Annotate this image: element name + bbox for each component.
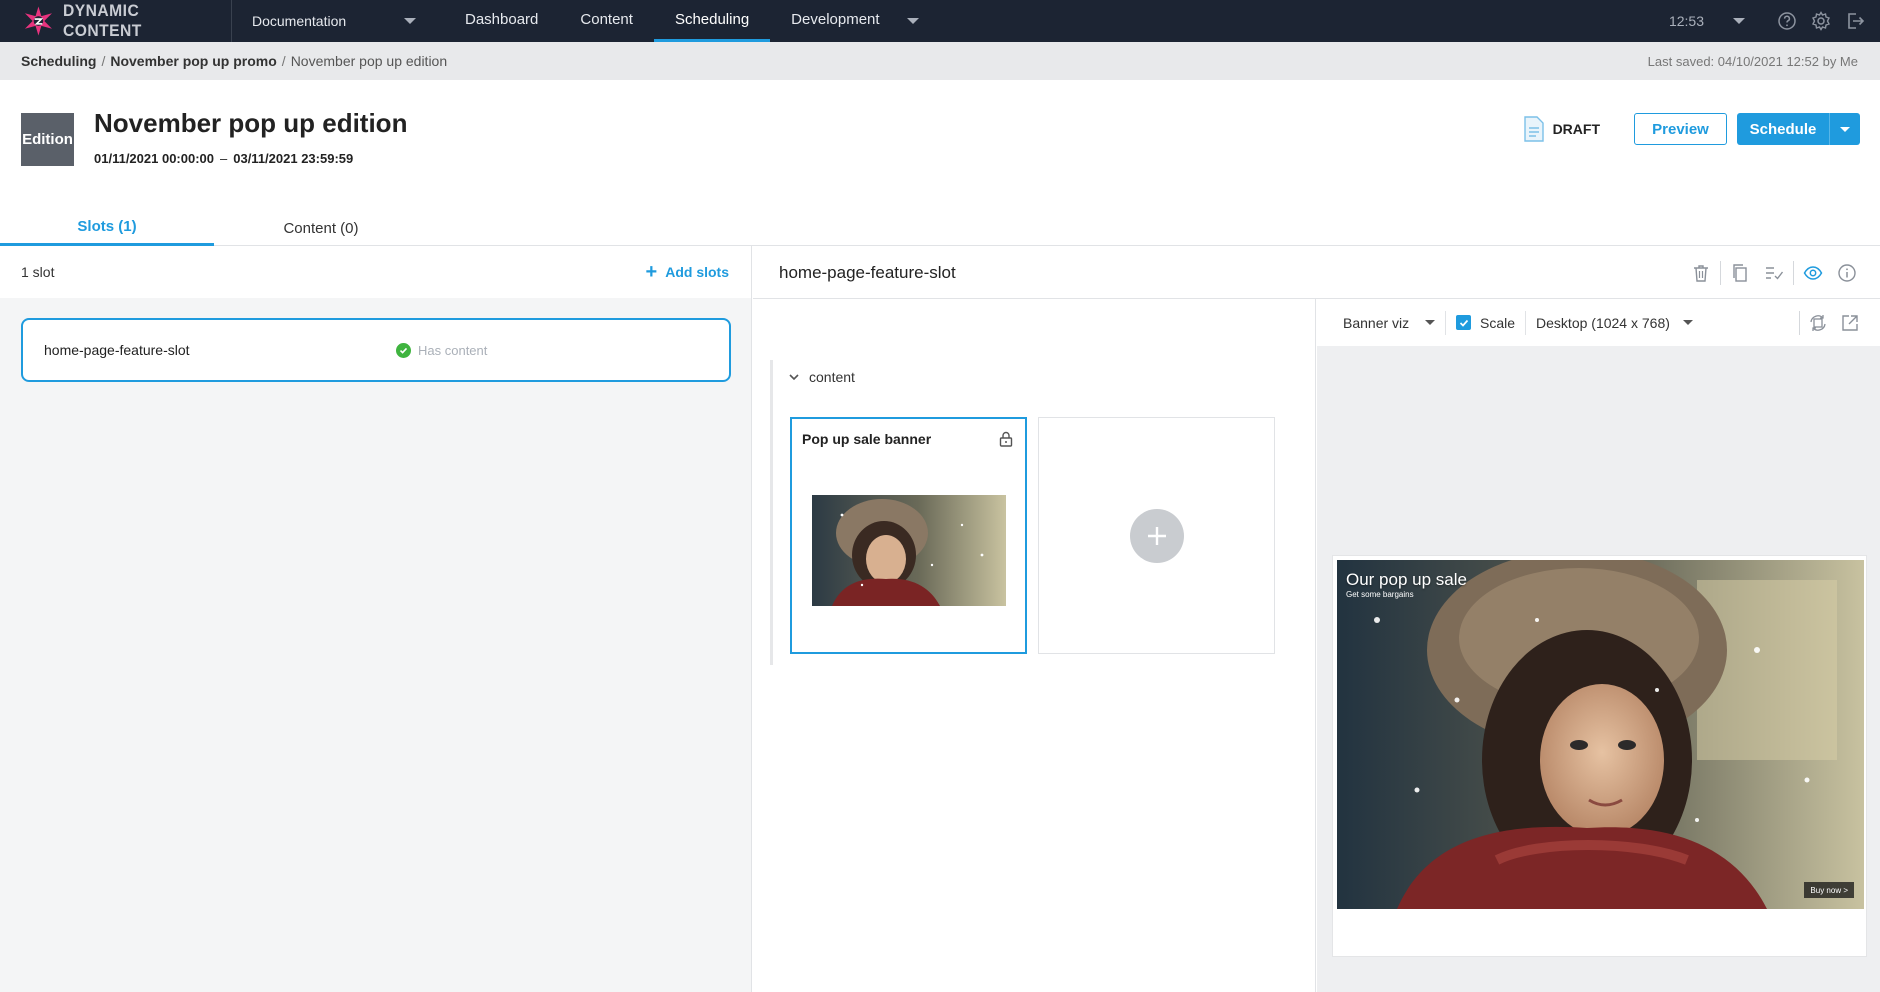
banner-headline: Our pop up sale <box>1346 570 1467 589</box>
lock-icon[interactable] <box>999 431 1013 447</box>
schedule-split-button: Schedule <box>1737 113 1860 145</box>
tab-slots[interactable]: Slots (1) <box>0 210 214 246</box>
visualization-label: Banner viz <box>1343 314 1410 331</box>
preview-eye-icon[interactable] <box>1796 256 1830 290</box>
content-section-label: content <box>809 369 855 385</box>
info-icon[interactable] <box>1830 256 1864 290</box>
chevron-down-icon <box>1425 320 1435 325</box>
brand-logo[interactable]: DYNAMIC CONTENT <box>0 0 232 42</box>
content-item-title: Pop up sale banner <box>802 431 932 447</box>
edition-end-date: 03/11/2021 23:59:59 <box>233 151 354 166</box>
preview-canvas: Our pop up sale Get some bargains Buy no… <box>1332 555 1867 957</box>
section-rail <box>770 360 773 665</box>
slot-status-label: Has content <box>418 342 488 358</box>
slot-editor-title: home-page-feature-slot <box>779 262 956 282</box>
banner-cta-button[interactable]: Buy now > <box>1804 882 1854 898</box>
tab-content[interactable]: Content (0) <box>214 210 428 246</box>
nav-tab-development[interactable]: Development <box>770 0 900 42</box>
preview-button[interactable]: Preview <box>1634 113 1727 145</box>
clock: 12:53 <box>1668 13 1704 29</box>
chevron-down-icon <box>404 18 416 24</box>
nav-right-controls: 12:53 <box>1669 0 1880 42</box>
breadcrumb: Scheduling / November pop up promo / Nov… <box>0 42 1880 80</box>
edition-start-date: 01/11/2021 00:00:00 <box>94 151 214 166</box>
chevron-down-icon <box>1733 18 1745 24</box>
logo-star-icon <box>24 6 53 36</box>
chevron-down-icon <box>1840 126 1850 132</box>
plus-icon <box>1130 509 1184 563</box>
nav-tab-scheduling[interactable]: Scheduling <box>653 0 771 42</box>
schedule-button[interactable]: Schedule <box>1737 113 1829 145</box>
nav-tab-content[interactable]: Content <box>559 0 654 42</box>
chevron-down-icon <box>1682 320 1693 325</box>
add-slots-button[interactable]: + Add slots <box>645 261 729 283</box>
breadcrumb-separator: / <box>101 53 106 69</box>
plus-icon: + <box>645 261 658 283</box>
page-title: November pop up edition <box>94 108 408 138</box>
banner-image <box>1337 560 1864 909</box>
main-nav-tabs: Dashboard Content Scheduling Development <box>444 0 925 42</box>
status-badge: DRAFT <box>1523 116 1600 142</box>
slot-editor-toolbar <box>1684 247 1864 299</box>
scale-label: Scale <box>1480 314 1516 331</box>
toolbar-divider <box>1799 310 1800 335</box>
chevron-down-icon <box>906 18 919 24</box>
slot-list-item[interactable]: home-page-feature-slot Has content <box>21 318 731 382</box>
validate-list-icon[interactable] <box>1757 256 1791 290</box>
brand-name: DYNAMIC CONTENT <box>62 1 142 40</box>
status-label: DRAFT <box>1552 121 1600 137</box>
top-navigation-bar: DYNAMIC CONTENT Documentation Dashboard … <box>0 0 1880 42</box>
slot-editor-body: content Pop up sale banner <box>753 299 1316 992</box>
nav-tab-dashboard[interactable]: Dashboard <box>444 0 559 42</box>
visualization-toolbar: Banner viz Scale Desktop (1024 x 768) <box>1317 299 1880 346</box>
edition-actions: DRAFT Preview Schedule <box>1523 113 1860 145</box>
scale-checkbox[interactable]: Scale <box>1446 310 1527 335</box>
hub-selector[interactable]: Documentation <box>232 0 432 42</box>
check-circle-icon <box>396 342 411 358</box>
document-icon <box>1523 116 1544 142</box>
banner-preview: Our pop up sale Get some bargains Buy no… <box>1337 560 1864 909</box>
help-icon[interactable] <box>1770 0 1804 42</box>
edition-date-range: 01/11/2021 00:00:00–03/11/2021 23:59:59 <box>94 151 353 166</box>
slots-panel: 1 slot + Add slots home-page-feature-slo… <box>0 246 752 992</box>
chevron-down-icon <box>789 374 799 381</box>
copy-icon[interactable] <box>1723 256 1757 290</box>
last-saved-text: Last saved: 04/10/2021 12:52 by Me <box>1647 53 1858 69</box>
content-item-card[interactable]: Pop up sale banner <box>790 417 1027 654</box>
schedule-options-dropdown[interactable] <box>1829 113 1860 145</box>
toolbar-divider <box>1793 261 1794 285</box>
nav-more-dropdown[interactable] <box>901 0 925 42</box>
slot-count: 1 slot <box>21 264 55 280</box>
logout-icon[interactable] <box>1838 0 1872 42</box>
slot-editor-header: home-page-feature-slot <box>753 247 1880 299</box>
device-select[interactable]: Desktop (1024 x 768) <box>1526 315 1693 331</box>
breadcrumb-event[interactable]: November pop up promo <box>110 53 276 69</box>
add-content-card[interactable] <box>1038 417 1275 654</box>
breadcrumb-separator: / <box>281 53 286 69</box>
content-item-thumbnail <box>812 495 1006 606</box>
edition-badge: Edition <box>21 113 74 166</box>
refresh-icon[interactable] <box>1802 307 1834 339</box>
hub-label: Documentation <box>252 13 347 29</box>
delete-icon[interactable] <box>1684 256 1718 290</box>
content-section-toggle[interactable]: content <box>788 369 855 385</box>
visualization-actions <box>1797 299 1866 346</box>
slot-name: home-page-feature-slot <box>44 342 190 358</box>
slot-status: Has content <box>396 342 488 358</box>
edition-tabs: Slots (1) Content (0) <box>0 210 1880 246</box>
visualization-panel: Banner viz Scale Desktop (1024 x 768) Ou… <box>1317 299 1880 992</box>
visualization-select[interactable]: Banner viz <box>1343 310 1446 335</box>
banner-subline: Get some bargains <box>1346 590 1414 599</box>
date-separator: – <box>220 151 228 166</box>
add-slots-label: Add slots <box>665 264 729 280</box>
toolbar-divider <box>1720 261 1721 285</box>
clock-dropdown[interactable] <box>1722 0 1756 42</box>
breadcrumb-edition: November pop up edition <box>290 53 448 69</box>
slots-panel-header: 1 slot + Add slots <box>0 246 751 298</box>
open-external-icon[interactable] <box>1834 307 1866 339</box>
breadcrumb-scheduling[interactable]: Scheduling <box>21 53 96 69</box>
checkbox-checked-icon <box>1456 315 1471 330</box>
settings-icon[interactable] <box>1804 0 1838 42</box>
device-label: Desktop (1024 x 768) <box>1536 314 1670 331</box>
